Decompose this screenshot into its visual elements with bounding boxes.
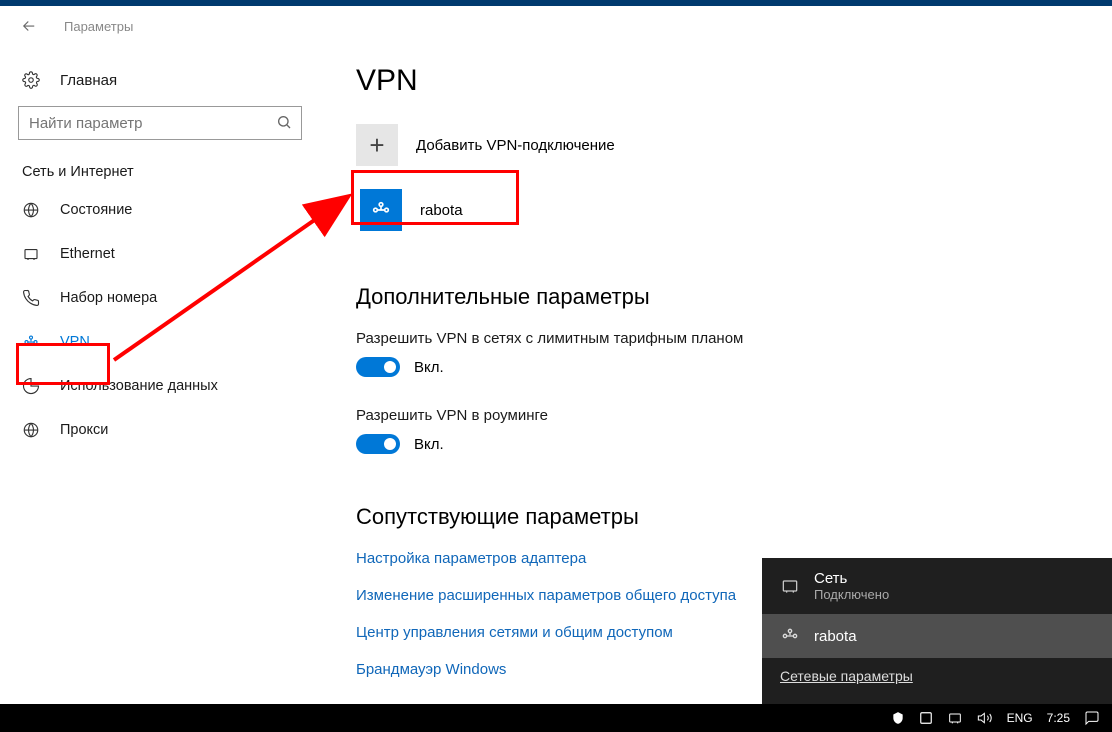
- plus-icon: +: [356, 124, 398, 166]
- add-vpn-label: Добавить VPN-подключение: [416, 137, 615, 154]
- flyout-net-title: Сеть: [814, 570, 889, 587]
- vpn-icon: [22, 333, 48, 351]
- tray-app-icon[interactable]: [917, 705, 935, 731]
- sidebar-item-ethernet[interactable]: Ethernet: [0, 232, 320, 276]
- vpn-icon: [780, 626, 814, 646]
- sidebar-item-dialup[interactable]: Набор номера: [0, 276, 320, 320]
- search-icon: [276, 114, 292, 135]
- related-heading: Сопутствующие параметры: [356, 504, 1112, 530]
- sidebar-item-label: Состояние: [60, 202, 132, 218]
- tray-volume-icon[interactable]: [975, 705, 995, 731]
- vpn-connection-item[interactable]: rabota: [356, 186, 496, 234]
- sidebar-category: Сеть и Интернет: [0, 158, 320, 188]
- page-title: VPN: [356, 64, 1112, 98]
- sidebar-item-datausage[interactable]: Использование данных: [0, 364, 320, 408]
- add-vpn-button[interactable]: + Добавить VPN-подключение: [356, 124, 1112, 166]
- tray-notifications-icon[interactable]: [1082, 705, 1102, 731]
- sidebar-item-label: Прокси: [60, 422, 108, 438]
- sidebar-item-label: Использование данных: [60, 378, 218, 394]
- roaming-setting-label: Разрешить VPN в роуминге: [356, 407, 1112, 424]
- search-input[interactable]: [18, 106, 302, 140]
- sidebar-item-vpn[interactable]: VPN: [0, 320, 320, 364]
- metered-toggle[interactable]: [356, 357, 400, 377]
- home-label: Главная: [60, 72, 117, 89]
- ethernet-icon: [22, 245, 48, 263]
- flyout-vpn-item[interactable]: rabota: [762, 614, 1112, 658]
- roaming-toggle-state: Вкл.: [414, 436, 444, 453]
- metered-toggle-state: Вкл.: [414, 359, 444, 376]
- tray-security-icon[interactable]: [889, 705, 907, 731]
- window-title: Параметры: [64, 19, 133, 34]
- flyout-settings-link-row: Сетевые параметры: [762, 658, 1112, 704]
- phone-icon: [22, 289, 48, 307]
- sidebar-item-proxy[interactable]: Прокси: [0, 408, 320, 452]
- sidebar-item-label: Ethernet: [60, 246, 115, 262]
- data-usage-icon: [22, 377, 48, 395]
- flyout-net-status: Подключено: [814, 587, 889, 602]
- metered-setting-label: Разрешить VPN в сетях с лимитным тарифны…: [356, 330, 1112, 347]
- flyout-settings-link[interactable]: Сетевые параметры: [780, 668, 913, 684]
- taskbar: ENG 7:25: [0, 704, 1112, 732]
- tray-clock[interactable]: 7:25: [1045, 705, 1072, 731]
- flyout-vpn-label: rabota: [814, 628, 857, 645]
- flyout-network-item[interactable]: Сеть Подключено: [762, 558, 1112, 614]
- advanced-heading: Дополнительные параметры: [356, 284, 1112, 310]
- proxy-icon: [22, 421, 48, 439]
- vpn-connection-label: rabota: [420, 202, 463, 219]
- home-button[interactable]: Главная: [0, 60, 320, 100]
- ethernet-icon: [780, 576, 814, 596]
- sidebar-item-status[interactable]: Состояние: [0, 188, 320, 232]
- sidebar-item-label: VPN: [60, 334, 90, 350]
- back-button[interactable]: [12, 9, 46, 43]
- roaming-toggle[interactable]: [356, 434, 400, 454]
- sidebar-item-label: Набор номера: [60, 290, 157, 306]
- status-icon: [22, 201, 48, 219]
- vpn-connection-icon: [360, 189, 402, 231]
- network-flyout: Сеть Подключено rabota Сетевые параметры: [762, 558, 1112, 704]
- tray-language[interactable]: ENG: [1005, 705, 1035, 731]
- gear-icon: [22, 71, 48, 89]
- tray-network-icon[interactable]: [945, 705, 965, 731]
